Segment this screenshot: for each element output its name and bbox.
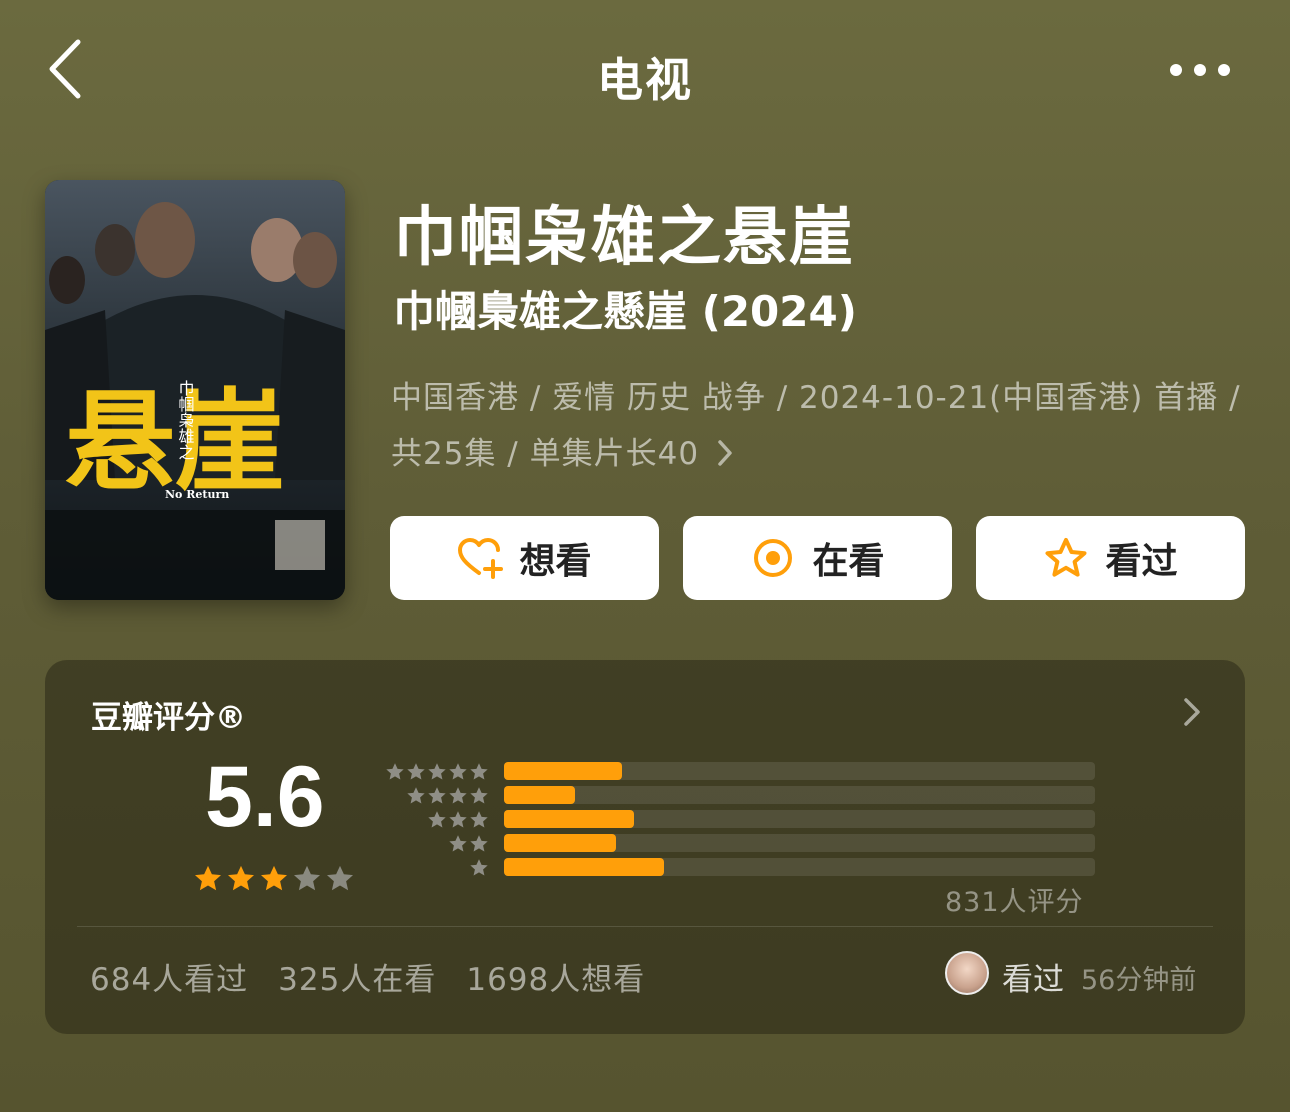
watch-stats: 684人看过 325人在看 1698人想看 — [90, 954, 645, 999]
star-small-icon — [470, 763, 488, 780]
watched-count[interactable]: 684人看过 — [90, 954, 248, 999]
show-meta-text: 共25集 / 单集片长40 — [391, 436, 700, 472]
chevron-right-icon — [716, 438, 734, 476]
more-dots-icon — [1170, 64, 1230, 76]
star-filled-icon — [195, 865, 221, 891]
watching-count[interactable]: 325人在看 — [278, 954, 436, 999]
want-to-watch-label: 想看 — [519, 541, 592, 582]
star-small-icon — [386, 763, 404, 780]
star-small-icon — [470, 835, 488, 852]
more-button[interactable] — [1160, 50, 1240, 90]
star-small-icon — [470, 859, 488, 876]
star-small-icon — [428, 811, 446, 828]
distribution-stars — [427, 810, 489, 830]
star-empty-icon — [327, 865, 353, 891]
star-small-icon — [470, 787, 488, 804]
rating-distribution-row — [383, 808, 1143, 832]
star-small-icon — [470, 811, 488, 828]
heart-plus-icon — [457, 535, 504, 581]
distribution-bar-track — [504, 762, 1095, 780]
distribution-bar-track — [504, 810, 1095, 828]
page-title: 电视 — [597, 53, 693, 107]
star-small-icon — [449, 787, 467, 804]
distribution-bar-fill — [504, 858, 664, 876]
rating-score: 5.6 — [205, 749, 325, 845]
star-small-icon — [449, 763, 467, 780]
watched-label: 看过 — [1105, 541, 1178, 582]
distribution-stars — [469, 858, 489, 878]
chevron-right-icon[interactable] — [1177, 694, 1207, 730]
distribution-stars — [385, 762, 489, 782]
avatar[interactable] — [945, 951, 989, 995]
show-title: 巾帼枭雄之悬崖 — [393, 201, 855, 275]
distribution-bar-fill — [504, 786, 575, 804]
rating-distribution-row — [383, 832, 1143, 856]
star-small-icon — [407, 763, 425, 780]
star-filled-icon — [228, 865, 254, 891]
distribution-bar-track — [504, 786, 1095, 804]
star-small-icon — [428, 763, 446, 780]
distribution-stars — [448, 834, 489, 854]
rating-distribution-row — [383, 856, 1143, 880]
poster-image[interactable]: 悬崖 巾帼枭雄之 No Return — [45, 180, 345, 600]
watching-label: 在看 — [812, 541, 885, 582]
distribution-bar-track — [504, 858, 1095, 876]
svg-text:No Return: No Return — [165, 488, 229, 501]
distribution-bar-fill — [504, 834, 617, 852]
want-to-watch-button[interactable]: 想看 — [390, 516, 659, 600]
want-count[interactable]: 1698人想看 — [466, 954, 645, 999]
star-small-icon — [407, 787, 425, 804]
watching-button[interactable]: 在看 — [683, 516, 952, 600]
rating-distribution-row — [383, 784, 1143, 808]
distribution-bar-fill — [504, 810, 635, 828]
rating-count: 831人评分 — [945, 887, 1084, 918]
my-status-time: 56分钟前 — [1081, 965, 1197, 996]
rating-stars — [193, 864, 355, 894]
rating-label: 豆瓣评分® — [91, 700, 246, 736]
show-meta-line-2[interactable]: 共25集 / 单集片长40 — [391, 428, 1251, 476]
star-empty-icon — [294, 865, 320, 891]
target-circle-icon — [750, 535, 796, 581]
rating-distribution-row — [383, 760, 1143, 784]
my-status: 看过 — [1002, 962, 1064, 998]
divider — [77, 926, 1213, 927]
star-small-icon — [449, 811, 467, 828]
rating-card[interactable]: 豆瓣评分® 5.6 831人评分 684人看过 325人在看 1698人想看 看… — [45, 660, 1245, 1034]
star-outline-icon — [1043, 535, 1089, 581]
star-small-icon — [449, 835, 467, 852]
svg-text:巾帼枭雄之: 巾帼枭雄之 — [176, 380, 195, 460]
original-title: 巾幗梟雄之懸崖 (2024) — [393, 287, 857, 336]
distribution-bar-track — [504, 834, 1095, 852]
distribution-stars — [406, 786, 489, 806]
watched-button[interactable]: 看过 — [976, 516, 1245, 600]
star-small-icon — [428, 787, 446, 804]
show-meta-line-1: 中国香港 / 爱情 历史 战争 / 2024-10-21(中国香港) 首播 / — [391, 380, 1241, 416]
distribution-bar-fill — [504, 762, 623, 780]
star-filled-icon — [261, 865, 287, 891]
top-bar: 电视 — [0, 0, 1290, 140]
